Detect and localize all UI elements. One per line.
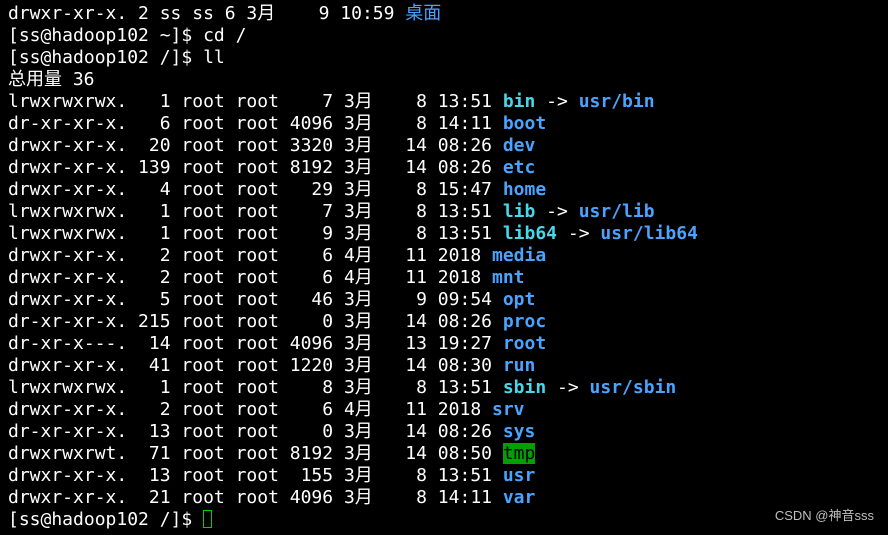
listing-row-etc: drwxr-xr-x. 139 root root 8192 3月 14 08:… [8, 157, 888, 179]
link-name-sbin: sbin [502, 377, 547, 398]
dir-name-desktop: 桌面 [405, 3, 442, 24]
dir-name-sys: sys [502, 421, 536, 442]
row-prefix: dr-xr-xr-x. 215 root root 0 3月 14 08:26 [8, 311, 503, 332]
listing-row-tmp: drwxrwxrwt. 71 root root 8192 3月 14 08:5… [8, 443, 888, 465]
listing-row-usr: drwxr-xr-x. 13 root root 155 3月 8 13:51 … [8, 465, 888, 487]
row-prefix: drwxr-xr-x. 20 root root 3320 3月 14 08:2… [8, 135, 503, 156]
row-prefix: drwxr-xr-x. 2 ss ss 6 3月 9 10:59 [8, 3, 406, 24]
listing-row-proc: dr-xr-xr-x. 215 root root 0 3月 14 08:26 … [8, 311, 888, 333]
row-prefix: drwxr-xr-x. 21 root root 4096 3月 8 14:11 [8, 487, 503, 508]
link-name-bin: bin [502, 91, 536, 112]
listing-row-mnt: drwxr-xr-x. 2 root root 6 4月 11 2018 mnt [8, 267, 888, 289]
dir-name-var: var [502, 487, 536, 508]
dir-name-proc: proc [502, 311, 547, 332]
row-prefix: dr-xr-x---. 14 root root 4096 3月 13 19:2… [8, 333, 503, 354]
dir-name-run: run [502, 355, 536, 376]
row-prefix: drwxr-xr-x. 13 root root 155 3月 8 13:51 [8, 465, 503, 486]
dir-name-etc: etc [502, 157, 536, 178]
listing-row-boot: dr-xr-xr-x. 6 root root 4096 3月 8 14:11 … [8, 113, 888, 135]
link-name-lib: lib [502, 201, 536, 222]
listing-row-lib: lrwxrwxrwx. 1 root root 7 3月 8 13:51 lib… [8, 201, 888, 223]
listing-row-srv: drwxr-xr-x. 2 root root 6 4月 11 2018 srv [8, 399, 888, 421]
row-prefix: dr-xr-xr-x. 6 root root 4096 3月 8 14:11 [8, 113, 503, 134]
row-prefix: drwxrwxrwt. 71 root root 8192 3月 14 08:5… [8, 443, 503, 464]
dir-name-opt: opt [502, 289, 536, 310]
link-target-lib: usr/lib [578, 201, 655, 222]
link-arrow: -> [557, 223, 601, 244]
dir-name-usr: usr [502, 465, 536, 486]
command-line-cd: [ss@hadoop102 ~]$ cd / [8, 25, 247, 46]
row-prefix: drwxr-xr-x. 5 root root 46 3月 9 09:54 [8, 289, 503, 310]
link-arrow: -> [535, 91, 579, 112]
terminal-window[interactable]: drwxr-xr-x. 2 ss ss 6 3月 9 10:59 桌面 [ss@… [0, 0, 888, 535]
link-target-sbin: usr/sbin [589, 377, 677, 398]
dir-name-home: home [502, 179, 547, 200]
prompt-text: [ss@hadoop102 /]$ [8, 509, 204, 530]
listing-row-run: drwxr-xr-x. 41 root root 1220 3月 14 08:3… [8, 355, 888, 377]
listing-row-media: drwxr-xr-x. 2 root root 6 4月 11 2018 med… [8, 245, 888, 267]
dir-name-srv: srv [492, 399, 525, 420]
row-prefix: lrwxrwxrwx. 1 root root 9 3月 8 13:51 [8, 223, 503, 244]
row-prefix: drwxr-xr-x. 2 root root 6 4月 11 2018 [8, 245, 492, 266]
command-line-ll: [ss@hadoop102 /]$ ll [8, 47, 225, 68]
row-prefix: drwxr-xr-x. 2 root root 6 4月 11 2018 [8, 399, 492, 420]
listing-row-sys: dr-xr-xr-x. 13 root root 0 3月 14 08:26 s… [8, 421, 888, 443]
listing-row-bin: lrwxrwxrwx. 1 root root 7 3月 8 13:51 bin… [8, 91, 888, 113]
total-line: 总用量 36 [8, 69, 95, 90]
row-prefix: dr-xr-xr-x. 13 root root 0 3月 14 08:26 [8, 421, 503, 442]
row-prefix: drwxr-xr-x. 139 root root 8192 3月 14 08:… [8, 157, 503, 178]
listing-row-var: drwxr-xr-x. 21 root root 4096 3月 8 14:11… [8, 487, 888, 509]
listing-row-opt: drwxr-xr-x. 5 root root 46 3月 9 09:54 op… [8, 289, 888, 311]
text-cursor[interactable] [203, 510, 213, 528]
listing-row-root: dr-xr-x---. 14 root root 4096 3月 13 19:2… [8, 333, 888, 355]
row-prefix: lrwxrwxrwx. 1 root root 8 3月 8 13:51 [8, 377, 503, 398]
listing-row-home: drwxr-xr-x. 4 root root 29 3月 8 15:47 ho… [8, 179, 888, 201]
link-arrow: -> [546, 377, 590, 398]
dir-name-boot: boot [502, 113, 547, 134]
dir-name-mnt: mnt [492, 267, 525, 288]
row-prefix: drwxr-xr-x. 4 root root 29 3月 8 15:47 [8, 179, 503, 200]
link-name-lib64: lib64 [502, 223, 558, 244]
dir-name-tmp: tmp [502, 443, 536, 464]
row-prefix: drwxr-xr-x. 41 root root 1220 3月 14 08:3… [8, 355, 503, 376]
row-prefix: lrwxrwxrwx. 1 root root 7 3月 8 13:51 [8, 201, 503, 222]
listing-row-desktop: drwxr-xr-x. 2 ss ss 6 3月 9 10:59 桌面 [8, 3, 888, 25]
link-arrow: -> [535, 201, 579, 222]
prompt-line[interactable]: [ss@hadoop102 /]$ [8, 509, 888, 531]
listing-row-lib64: lrwxrwxrwx. 1 root root 9 3月 8 13:51 lib… [8, 223, 888, 245]
link-target-bin: usr/bin [578, 91, 655, 112]
dir-name-root: root [502, 333, 547, 354]
link-target-lib64: usr/lib64 [600, 223, 698, 244]
listing-row-dev: drwxr-xr-x. 20 root root 3320 3月 14 08:2… [8, 135, 888, 157]
watermark: CSDN @神音sss [774, 508, 874, 523]
dir-name-media: media [492, 245, 547, 266]
listing-row-sbin: lrwxrwxrwx. 1 root root 8 3月 8 13:51 sbi… [8, 377, 888, 399]
row-prefix: lrwxrwxrwx. 1 root root 7 3月 8 13:51 [8, 91, 503, 112]
dir-name-dev: dev [502, 135, 536, 156]
row-prefix: drwxr-xr-x. 2 root root 6 4月 11 2018 [8, 267, 492, 288]
